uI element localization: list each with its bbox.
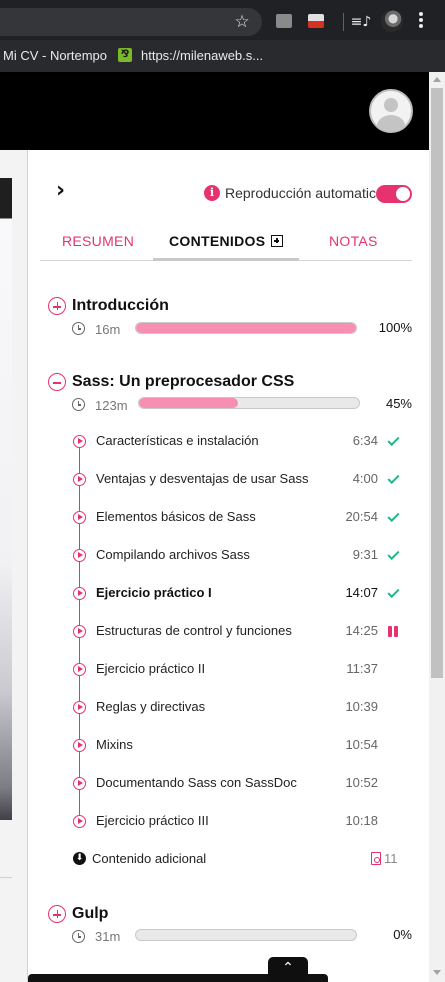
clock-icon [72, 398, 85, 411]
tab-notas[interactable]: NOTAS [329, 233, 378, 249]
bookmark-milenaweb[interactable]: https://milenaweb.s... [141, 48, 263, 63]
info-icon[interactable]: i [204, 185, 220, 201]
bookmark-mi-cv[interactable]: Mi CV - Nortempo [3, 48, 107, 63]
lesson-title[interactable]: Estructuras de control y funciones [96, 623, 292, 638]
play-icon[interactable] [73, 739, 86, 752]
scrollbar-thumb[interactable] [431, 88, 443, 678]
attachment-count: 11 [384, 851, 398, 866]
autoplay-toggle[interactable] [376, 185, 412, 203]
lesson-duration: 10:52 [345, 775, 378, 790]
pause-icon [388, 626, 399, 637]
section-title[interactable]: Gulp [72, 905, 108, 923]
play-icon[interactable] [73, 511, 86, 524]
bookmarks-bar: Mi CV - Nortempo ⅋ https://milenaweb.s..… [0, 40, 445, 72]
lesson-duration: 6:34 [352, 433, 378, 448]
media-control-icon[interactable]: ≡♪ [349, 10, 373, 34]
lesson-duration: 10:18 [345, 813, 378, 828]
lesson-title[interactable]: Ventajas y desventajas de usar Sass [96, 471, 308, 486]
expand-section-icon[interactable] [48, 297, 66, 315]
progress-fill [139, 398, 238, 408]
site-header [0, 72, 429, 150]
profile-avatar[interactable] [381, 10, 403, 32]
address-bar[interactable] [0, 8, 262, 36]
play-icon[interactable] [73, 701, 86, 714]
section-percent: 0% [393, 927, 412, 942]
play-icon[interactable] [73, 435, 86, 448]
collapse-section-icon[interactable] [48, 373, 66, 391]
bookmark-star-icon[interactable]: ☆ [230, 10, 254, 34]
lesson-title[interactable]: Compilando archivos Sass [96, 547, 250, 562]
clock-icon [72, 322, 85, 335]
divider [0, 877, 12, 878]
pdf-file-icon [371, 852, 381, 865]
section-progress-bar [135, 322, 357, 334]
lesson-duration: 14:07 [345, 585, 378, 600]
expand-up-chevron-icon[interactable]: ⌃ [268, 957, 308, 982]
lesson-duration: 20:54 [345, 509, 378, 524]
bookmark-favicon-icon: ⅋ [118, 48, 132, 62]
tab-contenidos[interactable]: CONTENIDOS [169, 233, 284, 249]
toolbar-separator [343, 13, 344, 31]
download-circle-icon[interactable]: ⬇ [73, 852, 86, 865]
kebab-menu-icon[interactable] [418, 12, 424, 30]
collapse-panel-chevron-icon[interactable]: › [56, 180, 70, 202]
section-percent: 100% [378, 320, 412, 335]
lesson-duration: 11:37 [346, 661, 378, 676]
section-progress-bar [135, 929, 357, 941]
lesson-title[interactable]: Elementos básicos de Sass [96, 509, 256, 524]
section-title[interactable]: Introducción [72, 297, 169, 315]
play-icon[interactable] [73, 473, 86, 486]
lesson-title-current[interactable]: Ejercicio práctico I [96, 585, 212, 600]
play-icon[interactable] [73, 815, 86, 828]
play-icon[interactable] [73, 549, 86, 562]
lesson-duration: 10:54 [345, 737, 378, 752]
section-progress-bar [138, 397, 360, 409]
section-duration: 123m [95, 398, 128, 413]
lesson-title[interactable]: Características e instalación [96, 433, 259, 448]
section-duration: 31m [95, 929, 121, 944]
lesson-duration: 4:00 [352, 471, 378, 486]
video-player[interactable] [0, 178, 12, 820]
user-avatar[interactable] [369, 89, 413, 133]
section-title[interactable]: Sass: Un preprocesador CSS [72, 373, 294, 391]
play-icon[interactable] [73, 777, 86, 790]
active-tab-indicator [153, 258, 299, 261]
extension-icon[interactable] [308, 14, 324, 28]
tab-resumen[interactable]: RESUMEN [62, 233, 134, 249]
extension-icon[interactable] [276, 14, 292, 28]
lesson-duration: 9:31 [352, 547, 378, 562]
course-content-panel [28, 150, 429, 982]
lesson-title[interactable]: Mixins [96, 737, 133, 752]
expand-section-icon[interactable] [48, 905, 66, 923]
section-percent: 45% [385, 396, 412, 411]
additional-content-link[interactable]: Contenido adicional [92, 851, 206, 866]
progress-fill [136, 323, 356, 333]
lesson-duration: 14:25 [345, 623, 378, 638]
expand-all-icon[interactable] [271, 235, 284, 247]
scroll-up-arrow-icon[interactable] [433, 77, 441, 82]
lesson-title[interactable]: Ejercicio práctico II [96, 661, 205, 676]
lesson-duration: 10:39 [345, 699, 378, 714]
section-duration: 16m [95, 322, 121, 337]
lesson-title[interactable]: Ejercicio práctico III [96, 813, 209, 828]
play-icon[interactable] [73, 663, 86, 676]
play-icon[interactable] [73, 587, 86, 600]
play-icon[interactable] [73, 625, 86, 638]
tab-contenidos-label: CONTENIDOS [169, 233, 266, 249]
autoplay-label: Reproducción automatica [225, 185, 384, 201]
browser-toolbar: ☆ ≡♪ [0, 0, 445, 40]
clock-icon [72, 930, 85, 943]
lesson-title[interactable]: Documentando Sass con SassDoc [96, 775, 297, 790]
scroll-down-arrow-icon[interactable] [433, 970, 441, 975]
lesson-title[interactable]: Reglas y directivas [96, 699, 205, 714]
